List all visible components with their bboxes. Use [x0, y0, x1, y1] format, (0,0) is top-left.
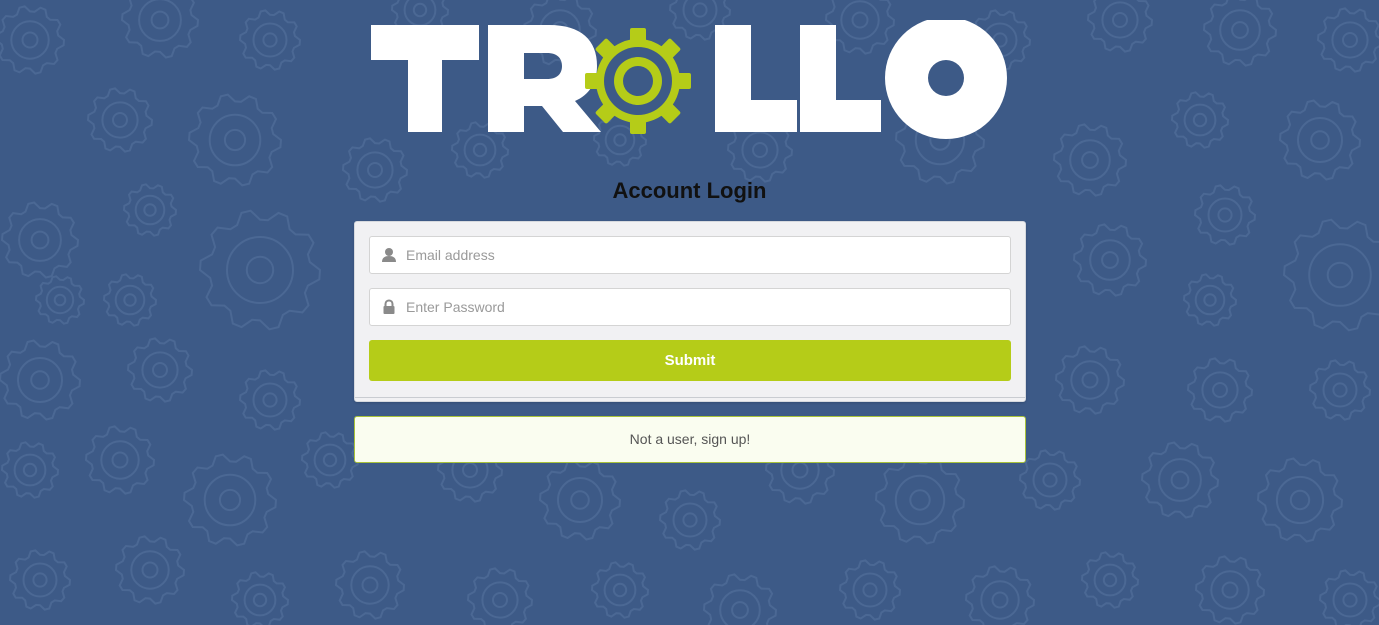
password-field[interactable]	[369, 288, 1011, 326]
email-input[interactable]	[406, 237, 1002, 273]
submit-button[interactable]: Submit	[369, 340, 1011, 381]
lock-icon	[383, 299, 395, 314]
email-field[interactable]	[369, 236, 1011, 274]
page-title: Account Login	[612, 178, 767, 203]
login-page: Account Login Submit Not a user, sign up…	[0, 0, 1379, 625]
signup-link[interactable]: Not a user, sign up!	[354, 416, 1026, 463]
user-icon	[382, 248, 396, 262]
trollo-logo	[371, 20, 1007, 139]
login-form: Submit	[354, 221, 1026, 402]
password-input[interactable]	[406, 289, 1002, 325]
